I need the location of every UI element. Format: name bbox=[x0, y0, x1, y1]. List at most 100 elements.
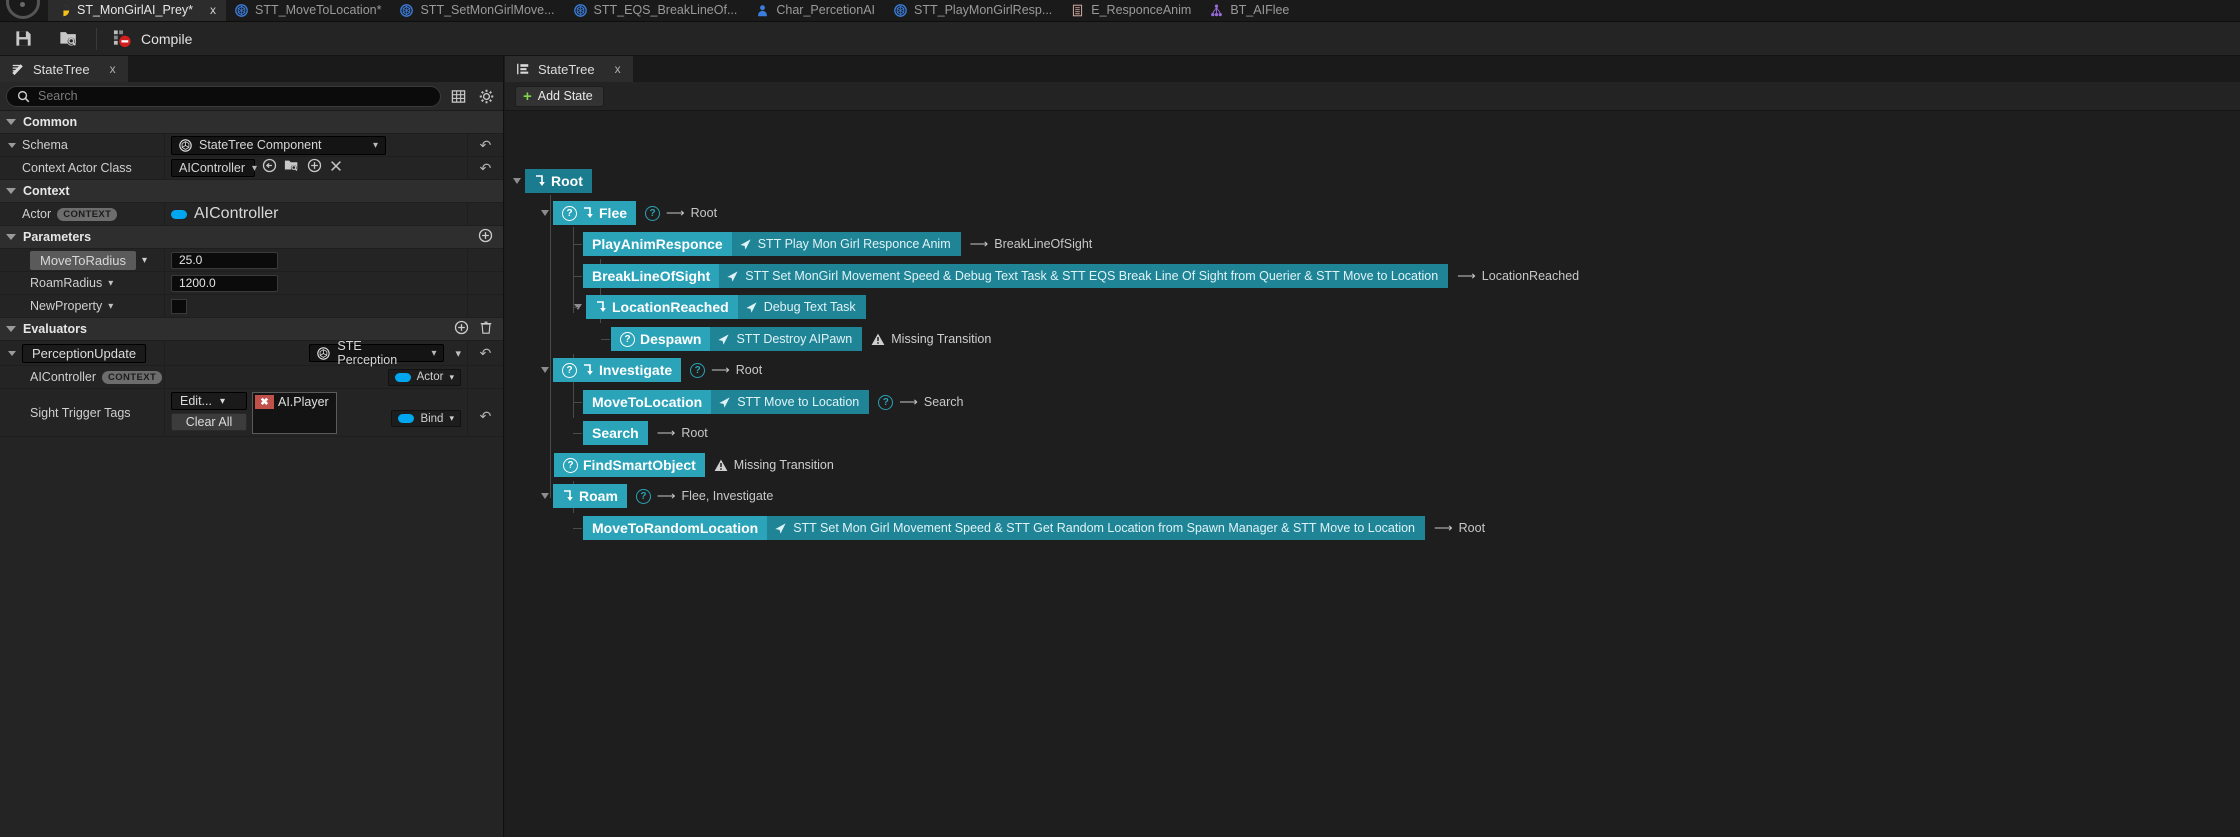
clear-all-tags-button[interactable]: Clear All bbox=[171, 413, 247, 431]
search-input-wrapper[interactable] bbox=[6, 85, 441, 107]
chevron-down-icon[interactable] bbox=[541, 210, 549, 216]
context-actor-class-reset-cell[interactable]: ↶ bbox=[467, 157, 503, 179]
state-chip-despawn[interactable]: ? Despawn bbox=[611, 327, 711, 351]
evaluator-options-chevron-icon[interactable]: ▾ bbox=[455, 347, 461, 360]
state-chip-investigate[interactable]: ? Investigate bbox=[553, 358, 682, 382]
tree-node-roam[interactable]: Roam ? ⟶ Flee, Investigate bbox=[541, 484, 773, 508]
state-chip-breaklineofsight[interactable]: BreakLineOfSight bbox=[583, 264, 720, 288]
parameter-name-cell[interactable]: MoveToRadius ▾ bbox=[0, 249, 165, 271]
tree-node-investigate[interactable]: ? Investigate ? ⟶ Root bbox=[541, 358, 762, 382]
delete-evaluator-button[interactable] bbox=[479, 320, 493, 338]
section-common[interactable]: Common bbox=[0, 111, 503, 134]
tree-node-flee[interactable]: ? Flee ? ⟶ Root bbox=[541, 201, 717, 225]
tree-node-playanimresponce[interactable]: PlayAnimResponce STT Play Mon Girl Respo… bbox=[569, 232, 1092, 256]
parameter-color-swatch[interactable] bbox=[171, 298, 187, 314]
state-chip-movetorandomlocation[interactable]: MoveToRandomLocation bbox=[583, 516, 768, 540]
add-evaluator-button[interactable] bbox=[454, 320, 469, 338]
tab-close-icon[interactable]: x bbox=[210, 4, 216, 16]
object-pin-icon bbox=[171, 209, 187, 219]
tree-node-findsmartobject[interactable]: ? FindSmartObject Missing Transition bbox=[541, 453, 834, 477]
state-chip-roam[interactable]: Roam bbox=[553, 484, 627, 508]
parameter-value-input[interactable]: 25.0 bbox=[171, 251, 278, 269]
state-task-playanimresponce[interactable]: STT Play Mon Girl Responce Anim bbox=[731, 232, 961, 256]
asset-tab-st-mongirlai-prey[interactable]: ST_MonGirlAI_Prey* x bbox=[48, 0, 227, 21]
actor-bind-dropdown[interactable]: Actor ▾ bbox=[387, 368, 461, 386]
save-button[interactable] bbox=[0, 22, 46, 56]
state-chip-search[interactable]: Search bbox=[583, 421, 648, 445]
state-task-movetolocation[interactable]: STT Move to Location bbox=[711, 390, 870, 414]
edit-tags-button[interactable]: Edit... ▾ bbox=[171, 392, 247, 410]
state-task-movetorandomlocation[interactable]: STT Set Mon Girl Movement Speed & STT Ge… bbox=[767, 516, 1426, 540]
evaluator-name: PerceptionUpdate bbox=[22, 343, 147, 363]
tree-node-locationreached[interactable]: LocationReached Debug Text Task bbox=[569, 295, 866, 319]
asset-tab-bt-aiflee[interactable]: BT_AIFlee bbox=[1201, 0, 1299, 21]
sight-trigger-tags-reset-cell[interactable]: ↶ bbox=[467, 389, 503, 436]
sight-tags-bind-dropdown[interactable]: Bind ▾ bbox=[391, 410, 461, 427]
remove-tag-icon[interactable]: ✖ bbox=[255, 395, 274, 409]
details-settings-button[interactable] bbox=[476, 86, 497, 107]
compile-button[interactable]: Compile bbox=[101, 22, 206, 56]
parameter-value-cell bbox=[165, 295, 467, 317]
tree-node-root[interactable]: Root bbox=[513, 169, 592, 193]
section-context[interactable]: Context bbox=[0, 180, 503, 203]
tree-node-movetolocation[interactable]: MoveToLocation STT Move to Location ? ⟶ … bbox=[569, 390, 964, 414]
search-input[interactable] bbox=[38, 89, 430, 103]
state-chip-movetolocation[interactable]: MoveToLocation bbox=[583, 390, 712, 414]
tree-node-despawn[interactable]: ? Despawn STT Destroy AIPawn Missing Tra… bbox=[597, 327, 991, 351]
clear-asset-icon[interactable] bbox=[329, 159, 343, 178]
state-task-locationreached[interactable]: Debug Text Task bbox=[737, 295, 866, 319]
plus-circle-icon bbox=[307, 158, 322, 173]
asset-tab-stt-eqs-breaklineof[interactable]: STT_EQS_BreakLineOf... bbox=[565, 0, 748, 21]
add-state-button[interactable]: + Add State bbox=[515, 85, 604, 107]
parameter-end-cell bbox=[467, 249, 503, 271]
state-task-breaklineofsight[interactable]: STT Set MonGirl Movement Speed & Debug T… bbox=[719, 264, 1449, 288]
asset-tab-stt-movetolocation[interactable]: STT_MoveToLocation* bbox=[226, 0, 391, 21]
evaluator-name-cell[interactable]: PerceptionUpdate bbox=[0, 341, 165, 365]
tree-node-movetorandomlocation[interactable]: MoveToRandomLocation STT Set Mon Girl Mo… bbox=[569, 516, 1485, 540]
section-evaluators[interactable]: Evaluators bbox=[0, 318, 503, 341]
schema-label-cell[interactable]: Schema bbox=[0, 134, 165, 156]
statetree-details-icon bbox=[12, 64, 23, 76]
add-parameter-button[interactable] bbox=[478, 228, 493, 246]
evaluator-class-dropdown[interactable]: STE Perception ▾ bbox=[309, 339, 445, 367]
chevron-down-icon[interactable] bbox=[541, 367, 549, 373]
state-task-despawn[interactable]: STT Destroy AIPawn bbox=[710, 327, 863, 351]
schema-reset-cell[interactable]: ↶ bbox=[467, 134, 503, 156]
schema-dropdown[interactable]: StateTree Component ▾ bbox=[171, 135, 386, 155]
tree-node-breaklineofsight[interactable]: BreakLineOfSight STT Set MonGirl Movemen… bbox=[569, 264, 1579, 288]
condition-question-icon: ? bbox=[562, 205, 577, 221]
parameter-name-cell[interactable]: RoamRadius ▾ bbox=[0, 272, 165, 294]
asset-tab-stt-playmongirlresp[interactable]: STT_PlayMonGirlResp... bbox=[885, 0, 1062, 21]
state-chip-playanimresponce[interactable]: PlayAnimResponce bbox=[583, 232, 732, 256]
evaluator-reset-cell[interactable]: ↶ bbox=[467, 341, 503, 365]
use-selected-asset-icon[interactable] bbox=[262, 158, 277, 178]
statetree-dock-tab[interactable]: StateTree x bbox=[505, 56, 633, 82]
details-view-options-button[interactable] bbox=[448, 86, 469, 107]
context-actor-class-dropdown[interactable]: AIController ▾ bbox=[171, 159, 257, 177]
transition-target: Search bbox=[923, 395, 964, 409]
parameter-name-cell[interactable]: NewProperty ▾ bbox=[0, 295, 165, 317]
transition-condition-icon: ? bbox=[635, 488, 651, 504]
browse-button[interactable] bbox=[46, 22, 92, 56]
asset-tab-stt-setmongirlmove[interactable]: STT_SetMonGirlMove... bbox=[391, 0, 564, 21]
state-chip-findsmartobject[interactable]: ? FindSmartObject bbox=[554, 453, 705, 477]
context-actor-class-value-cell: AIController ▾ bbox=[165, 157, 467, 179]
parameter-value-cell: 1200.0 bbox=[165, 272, 467, 294]
dock-tab-close-icon[interactable]: x bbox=[615, 62, 621, 76]
asset-tab-char-percetionai[interactable]: Char_PercetionAI bbox=[747, 0, 885, 21]
state-chip-flee[interactable]: ? Flee bbox=[553, 201, 637, 225]
state-chip-locationreached[interactable]: LocationReached bbox=[586, 295, 738, 319]
chevron-down-icon[interactable] bbox=[513, 178, 521, 184]
new-asset-icon[interactable] bbox=[307, 158, 322, 178]
asset-tab-e-responceanim[interactable]: E_ResponceAnim bbox=[1062, 0, 1201, 21]
chevron-down-icon[interactable] bbox=[541, 493, 549, 499]
character-icon bbox=[758, 4, 768, 16]
section-parameters[interactable]: Parameters bbox=[0, 226, 503, 249]
details-dock-tab[interactable]: StateTree x bbox=[0, 56, 128, 82]
tree-node-search[interactable]: Search ⟶ Root bbox=[569, 421, 708, 445]
browse-to-asset-icon[interactable] bbox=[284, 158, 300, 178]
parameter-value-input[interactable]: 1200.0 bbox=[171, 274, 278, 292]
dock-tab-close-icon[interactable]: x bbox=[110, 62, 116, 76]
sight-trigger-tags-label: Sight Trigger Tags bbox=[30, 405, 131, 420]
state-chip-root[interactable]: Root bbox=[525, 169, 592, 193]
